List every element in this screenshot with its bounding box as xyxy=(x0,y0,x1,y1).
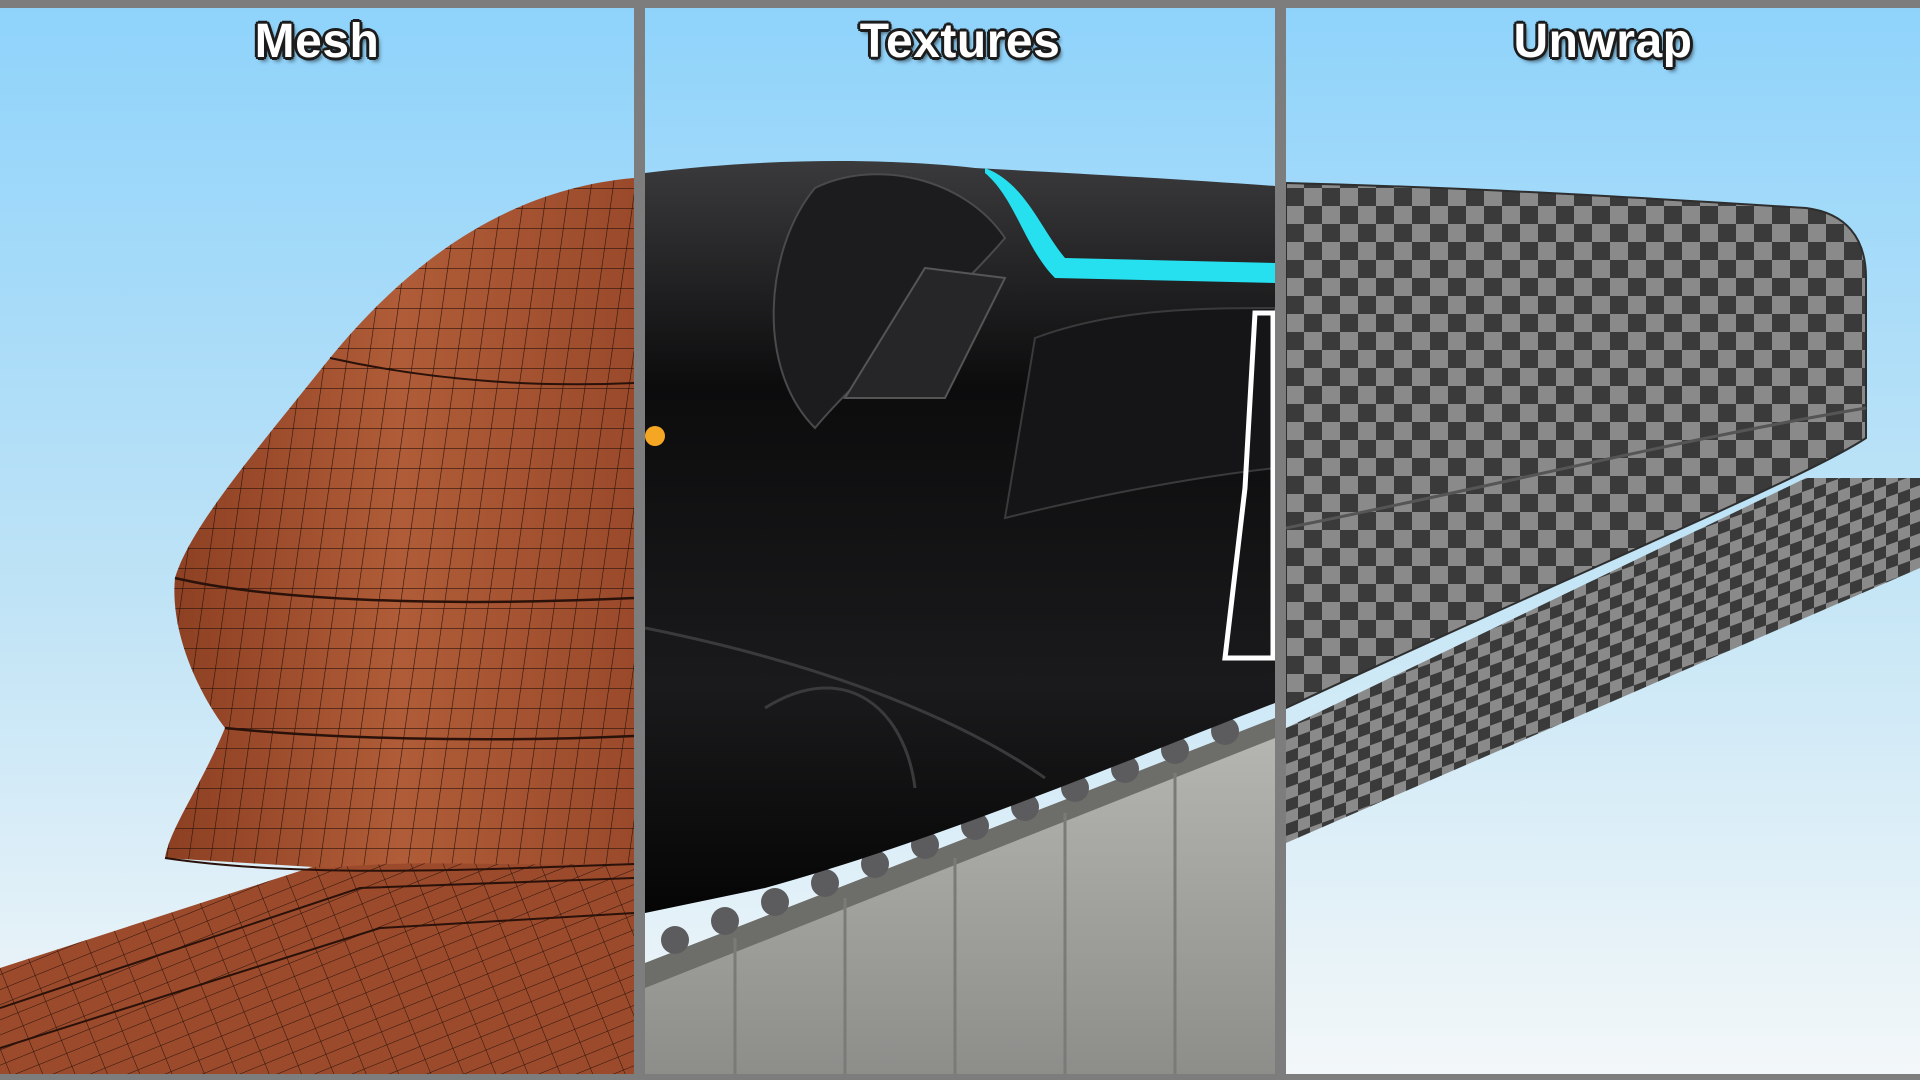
unwrap-title: Unwrap xyxy=(1513,15,1693,68)
textures-title: Textures xyxy=(859,15,1061,68)
textures-render xyxy=(645,8,1275,1074)
textures-panel: Textures xyxy=(645,8,1275,1074)
unwrap-panel: Unwrap xyxy=(1286,8,1920,1074)
headlight xyxy=(645,426,665,446)
viewport-comparison: Mesh Textures Unwrap xyxy=(0,0,1920,1080)
divider-right xyxy=(1275,0,1286,1080)
mesh-render xyxy=(0,8,634,1074)
mesh-panel: Mesh xyxy=(0,8,634,1074)
divider-left xyxy=(634,0,645,1080)
unwrap-render xyxy=(1286,8,1920,1074)
mesh-title: Mesh xyxy=(254,15,380,68)
